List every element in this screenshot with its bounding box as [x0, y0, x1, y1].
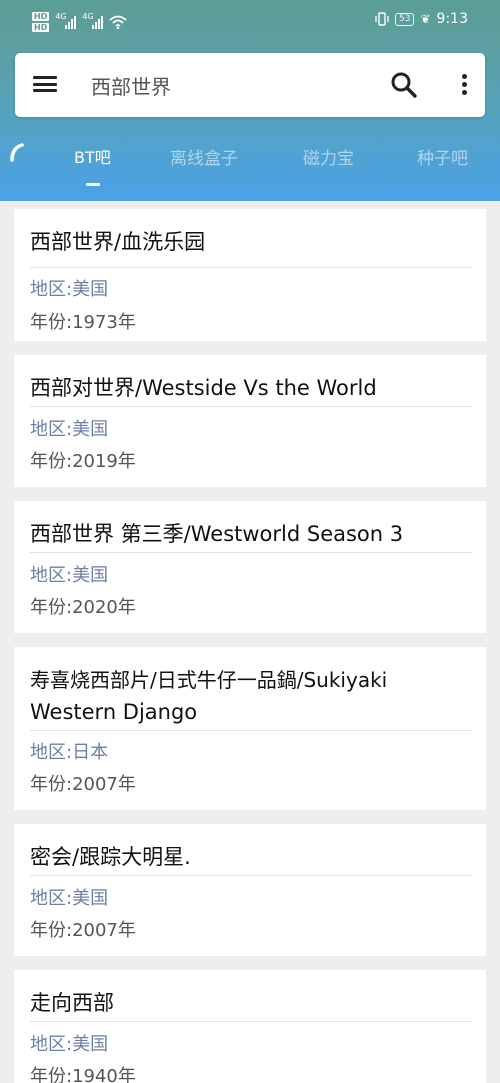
more-options-icon[interactable]: [452, 71, 476, 99]
result-region: 地区:美国: [30, 888, 109, 909]
tab-bt[interactable]: BT吧: [74, 144, 111, 168]
status-right: 53 ❦ 9:13: [375, 11, 468, 27]
result-year: 年份:2020年: [30, 597, 136, 618]
result-card[interactable]: 寿喜烧西部片/日式牛仔一品鍋/Sukiyaki Western Django 地…: [14, 647, 486, 810]
signal-icon: 4G: [55, 12, 77, 29]
divider: [30, 406, 472, 407]
battery-icon: 53: [395, 12, 415, 26]
result-title-line2: Western Django: [30, 700, 198, 724]
status-time: 9:13: [436, 11, 468, 27]
app-header: HD HD 4G 4G 53 ❦ 9:13 西部世界 BT吧 离线盒子 磁力宝 …: [0, 0, 500, 201]
search-query[interactable]: 西部世界: [91, 71, 171, 100]
result-year: 年份:2007年: [30, 920, 136, 941]
result-title: 西部世界 第三季/Westworld Season 3: [30, 522, 404, 546]
vibrate-icon: [375, 12, 389, 26]
result-year: 年份:1940年: [30, 1066, 136, 1083]
result-title: 密会/跟踪大明星.: [30, 845, 191, 869]
signal-icon: 4G: [82, 12, 104, 29]
hd-icons: HD HD: [32, 12, 50, 32]
source-tabs: BT吧 离线盒子 磁力宝 种子吧: [0, 138, 500, 188]
menu-icon[interactable]: [33, 74, 57, 94]
result-title: 西部对世界/Westside Vs the World: [30, 376, 377, 400]
divider: [30, 552, 472, 553]
result-region: 地区:美国: [30, 419, 109, 440]
hd-icon: HD: [32, 12, 50, 21]
hd-icon: HD: [32, 23, 50, 32]
divider: [30, 1021, 472, 1022]
search-bar[interactable]: 西部世界: [15, 53, 485, 117]
result-title: 西部世界/血洗乐园: [30, 230, 206, 254]
result-title-line1: 寿喜烧西部片/日式牛仔一品鍋/Sukiyaki: [30, 668, 388, 692]
result-card[interactable]: 西部世界/血洗乐园 地区:美国 年份:1973年: [14, 209, 486, 341]
result-region: 地区:美国: [30, 565, 109, 586]
result-year: 年份:2019年: [30, 451, 136, 472]
result-card[interactable]: 西部对世界/Westside Vs the World 地区:美国 年份:201…: [14, 355, 486, 487]
divider: [30, 730, 472, 731]
result-region: 地区:美国: [30, 279, 109, 300]
search-icon[interactable]: [390, 71, 418, 99]
result-region: 地区:美国: [30, 1034, 109, 1055]
tab-seed[interactable]: 种子吧: [417, 144, 468, 169]
status-left: HD HD 4G 4G: [32, 9, 127, 35]
tab-magnet[interactable]: 磁力宝: [303, 144, 354, 169]
network-label: 4G: [82, 12, 94, 21]
result-year: 年份:2007年: [30, 774, 136, 795]
result-card[interactable]: 密会/跟踪大明星. 地区:美国 年份:2007年: [14, 824, 486, 956]
divider: [30, 875, 472, 876]
result-title: 走向西部: [30, 991, 114, 1015]
status-bar: HD HD 4G 4G 53 ❦ 9:13: [0, 0, 500, 42]
network-label: 4G: [55, 12, 67, 21]
tab-offline-box[interactable]: 离线盒子: [170, 144, 238, 169]
tab-indicator: [86, 183, 100, 186]
divider: [30, 267, 472, 268]
result-year: 年份:1973年: [30, 312, 136, 333]
result-card[interactable]: 西部世界 第三季/Westworld Season 3 地区:美国 年份:202…: [14, 501, 486, 633]
result-card[interactable]: 走向西部 地区:美国 年份:1940年: [14, 970, 486, 1083]
result-region: 地区:日本: [30, 742, 109, 763]
leaf-icon: ❦: [420, 12, 431, 26]
wifi-icon: [109, 15, 127, 29]
